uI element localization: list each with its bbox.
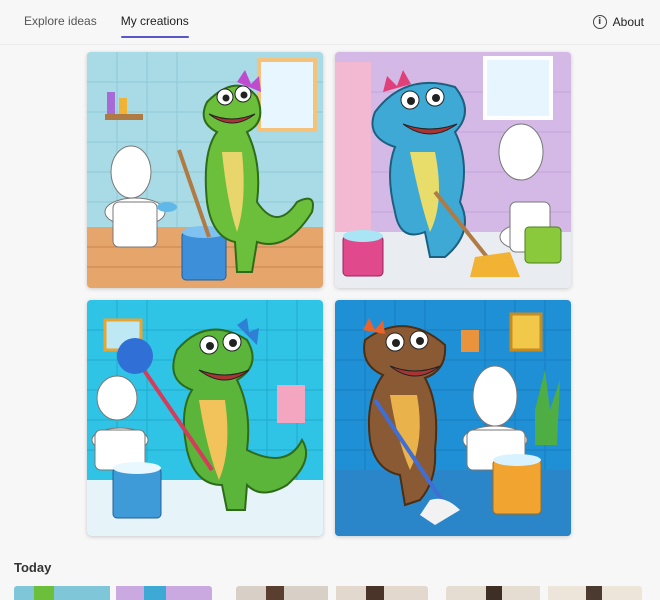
about-button[interactable]: i About <box>592 15 644 29</box>
info-icon: i <box>592 15 607 29</box>
tab-my-creations[interactable]: My creations <box>120 12 189 38</box>
creation-image-4[interactable] <box>335 300 571 536</box>
history-section-title: Today <box>14 560 52 575</box>
tab-explore-ideas[interactable]: Explore ideas <box>24 12 97 38</box>
header-divider <box>0 44 660 45</box>
about-label: About <box>612 15 644 29</box>
history-thumbnail-1[interactable] <box>14 586 212 600</box>
creation-image-3[interactable] <box>87 300 323 536</box>
top-tabs: Explore ideas My creations <box>24 12 189 38</box>
creation-image-1[interactable] <box>87 52 323 288</box>
history-thumbnail-2[interactable] <box>236 586 428 600</box>
history-thumbnail-3[interactable] <box>446 586 642 600</box>
creation-image-2[interactable] <box>335 52 571 288</box>
